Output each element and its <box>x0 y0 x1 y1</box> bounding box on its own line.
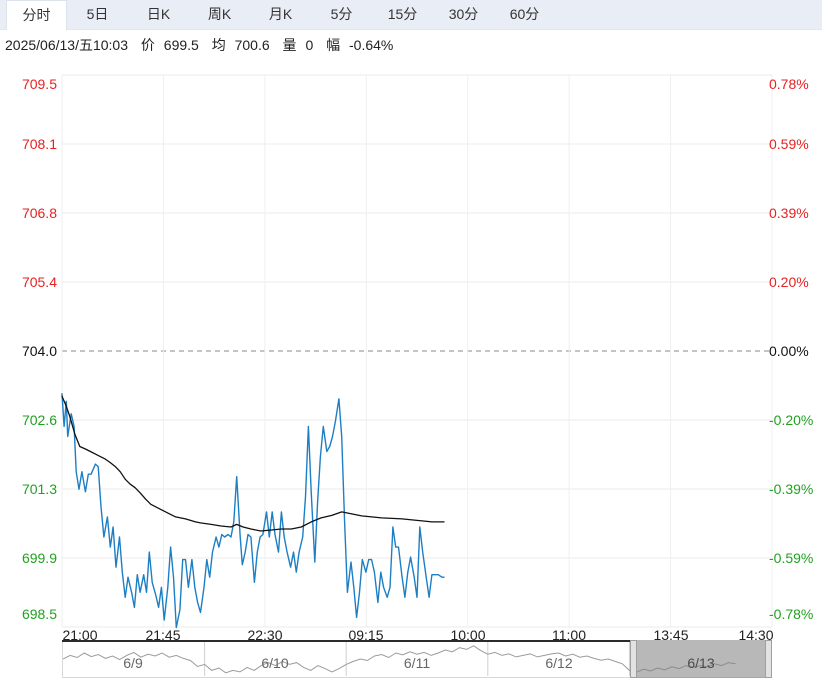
price-axis-label: 701.3 <box>4 481 57 497</box>
price-axis-label: 705.4 <box>4 274 57 290</box>
price-axis-label: 702.6 <box>4 412 57 428</box>
price-line <box>62 394 444 628</box>
nav-date-label-selected[interactable]: 6/13 <box>679 655 723 671</box>
price-axis-label: 699.9 <box>4 550 57 566</box>
percent-axis-label-zero: 0.00% <box>769 343 822 359</box>
price-axis-label: 698.5 <box>4 606 57 622</box>
nav-date-label[interactable]: 6/9 <box>111 655 155 671</box>
price-axis-label: 706.8 <box>4 205 57 221</box>
price-axis-label: 709.5 <box>4 76 57 92</box>
percent-axis-label: -0.59% <box>769 550 822 566</box>
navigator-handle-right[interactable] <box>765 640 772 678</box>
percent-axis-label: -0.78% <box>769 606 822 622</box>
nav-date-label[interactable]: 6/12 <box>537 655 581 671</box>
intraday-quote-page: { "tabs": { "active": "分时", "items": ["分… <box>0 0 822 684</box>
nav-date-label[interactable]: 6/10 <box>253 655 297 671</box>
percent-axis-label: -0.39% <box>769 481 822 497</box>
intraday-chart[interactable] <box>0 0 822 684</box>
price-axis-label-prev-close: 704.0 <box>4 343 57 359</box>
average-line <box>62 396 444 531</box>
percent-axis-label: -0.20% <box>769 412 822 428</box>
percent-axis-label: 0.78% <box>769 76 822 92</box>
percent-axis-label: 0.39% <box>769 205 822 221</box>
percent-axis-label: 0.20% <box>769 274 822 290</box>
nav-date-label[interactable]: 6/11 <box>395 655 439 671</box>
percent-axis-label: 0.59% <box>769 136 822 152</box>
navigator-handle-left[interactable] <box>630 640 637 678</box>
price-axis-label: 708.1 <box>4 136 57 152</box>
